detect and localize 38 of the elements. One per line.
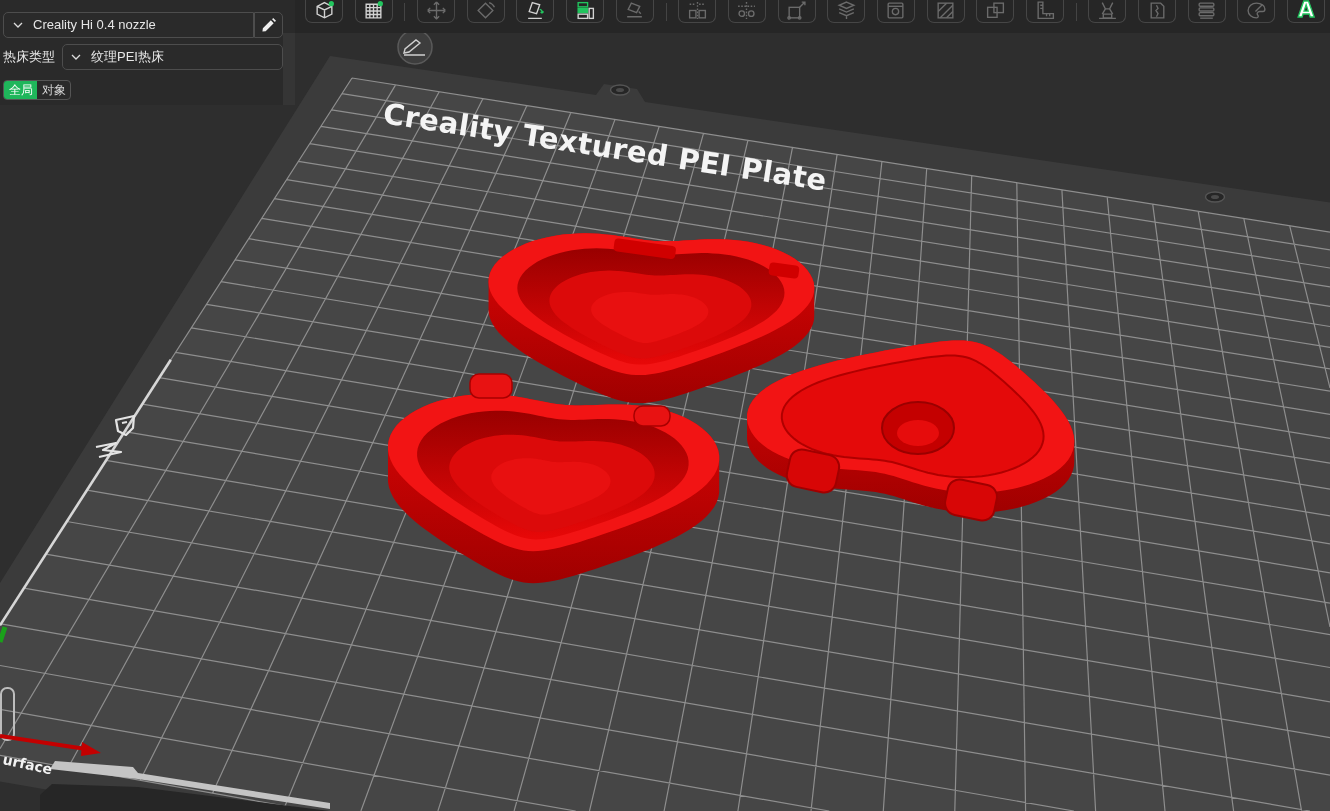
arrange-button[interactable] (566, 0, 605, 23)
layout-icon (574, 1, 596, 20)
overlapping-squares-icon (984, 1, 1006, 20)
plate-name-label: Creality Textured PEI Plate (380, 96, 830, 198)
chevron-down-icon (13, 22, 23, 28)
auto-orient-button[interactable] (516, 0, 555, 23)
hourglass-icon (1096, 1, 1118, 20)
axis-label: urface (1, 751, 54, 778)
add-plate-button[interactable] (354, 0, 393, 23)
plate-mark-icon (95, 414, 136, 459)
text-tool-button[interactable]: A (1287, 0, 1326, 23)
scope-tab[interactable]: 对象 (37, 81, 70, 99)
hatched-square-icon (935, 1, 957, 20)
bed-type-label: 热床类型 (3, 48, 55, 67)
palette-icon (1245, 1, 1267, 20)
stacked-bars-icon (1196, 1, 1218, 20)
chevron-down-icon (71, 54, 81, 60)
scrollbar[interactable] (283, 33, 295, 105)
stacked-layers-icon (835, 1, 857, 20)
add-object-button[interactable] (305, 0, 343, 23)
diamond-icon (475, 1, 497, 20)
bed-type-dropdown[interactable]: 纹理PEI热床 (62, 44, 283, 70)
edit-preset-button[interactable] (254, 12, 283, 38)
screw-head (1204, 191, 1226, 203)
origin-marker (0, 687, 15, 741)
pencil-icon (261, 17, 276, 33)
heart-model[interactable] (388, 373, 720, 584)
heart-model[interactable] (747, 340, 1075, 524)
grid-icon (363, 1, 385, 20)
nozzle-preset-dropdown[interactable]: Creality Hi 0.4 nozzle (3, 12, 254, 38)
split-circles-icon (736, 1, 758, 20)
cube-icon (313, 1, 335, 20)
ruler-icon (1034, 1, 1056, 20)
screw-head (609, 84, 631, 96)
split-squares-icon (686, 1, 708, 20)
arrows-icon (425, 1, 447, 20)
corner-box-icon (786, 1, 808, 20)
heart-model[interactable] (488, 233, 815, 404)
